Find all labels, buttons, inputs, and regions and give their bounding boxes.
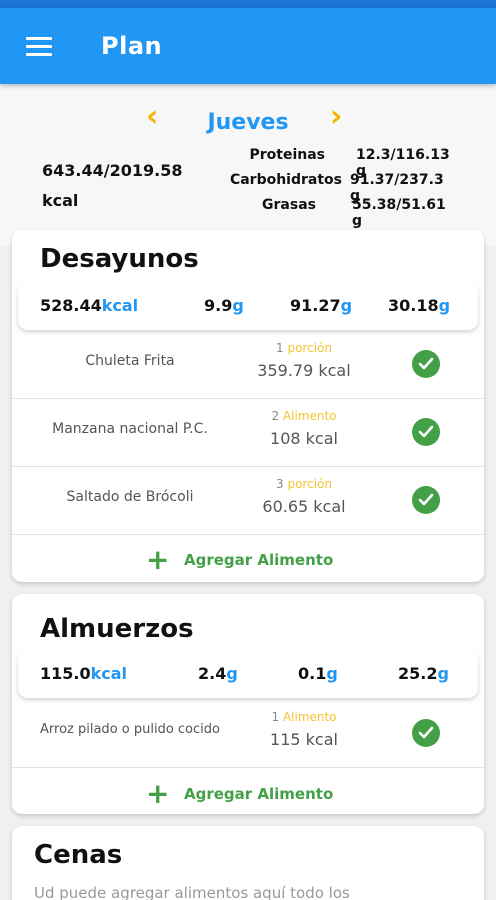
day-label: Jueves [207,110,289,135]
food-name: Chuleta Frita [85,353,175,369]
meal-carbs: 91.27g [290,296,353,315]
check-circle-icon[interactable] [412,719,440,747]
meal-macros: 528.44kcal 9.9g 91.27g 30.18g [18,282,478,330]
food-row[interactable]: Saltado de Brócoli 3 porción 60.65 kcal [12,467,484,535]
meal-title: Almuerzos [40,614,194,644]
kcal-total-value: 643.44/2019.58 [42,161,183,180]
food-row[interactable]: Arroz pilado o pulido cocido 1 Alimento … [12,700,484,768]
app-bar: Plan [0,8,496,84]
food-quantity: 2 Alimento [271,409,337,423]
meal-card-cenas: Cenas Ud puede agregar alimentos aquí to… [12,826,484,900]
food-name: Arroz pilado o pulido cocido [40,722,220,737]
food-row[interactable]: Chuleta Frita 1 porción 359.79 kcal [12,331,484,399]
daily-summary: ‹ Jueves › 643.44/2019.58 kcal Proteinas… [0,84,496,246]
add-food-button[interactable]: + Agregar Alimento [12,536,484,584]
food-quantity: 1 Alimento [271,710,337,724]
kcal-total-unit: kcal [42,191,79,210]
food-kcal: 60.65 kcal [262,497,346,516]
add-food-label: Agregar Alimento [184,551,334,569]
app-title: Plan [101,32,163,60]
meal-fat: 25.2g [398,664,449,683]
macro-name: Carbohidratos [229,172,342,188]
check-circle-icon[interactable] [412,418,440,446]
kcal-total: 643.44/2019.58 kcal [42,156,182,216]
chevron-right-icon[interactable]: › [330,102,342,132]
add-food-button[interactable]: + Agregar Alimento [12,770,484,818]
meal-title: Cenas [34,840,123,870]
meal-title: Desayunos [40,244,199,274]
food-name: Saltado de Brócoli [66,489,194,505]
food-name: Manzana nacional P.C. [52,421,208,437]
plus-icon: + [146,777,170,810]
empty-meal-note: Ud puede agregar alimentos aquí todo los [34,884,350,900]
food-row[interactable]: Manzana nacional P.C. 2 Alimento 108 kca… [12,399,484,467]
meal-protein: 2.4g [198,664,238,683]
meal-protein: 9.9g [204,296,244,315]
food-kcal: 115 kcal [270,730,338,749]
macro-name: Proteinas [249,147,325,163]
meal-macros: 115.0kcal 2.4g 0.1g 25.2g [18,650,478,698]
plus-icon: + [146,543,170,576]
macro-value: 55.38/51.61 g [352,197,446,229]
meal-kcal: 115.0kcal [40,664,128,683]
status-bar [0,0,496,8]
meal-carbs: 0.1g [298,664,338,683]
meal-card-desayunos: Desayunos 528.44kcal 9.9g 91.27g 30.18g … [12,230,484,582]
food-kcal: 108 kcal [270,429,338,448]
food-quantity: 1 porción [276,341,332,355]
meal-fat: 30.18g [388,296,451,315]
food-kcal: 359.79 kcal [257,361,351,380]
meal-card-almuerzos: Almuerzos 115.0kcal 2.4g 0.1g 25.2g Arro… [12,594,484,814]
check-circle-icon[interactable] [412,486,440,514]
meal-kcal: 528.44kcal [40,296,139,315]
macro-name: Grasas [262,197,316,213]
hamburger-menu-icon[interactable] [26,37,52,57]
check-circle-icon[interactable] [412,350,440,378]
add-food-label: Agregar Alimento [184,785,334,803]
food-quantity: 3 porción [276,477,332,491]
